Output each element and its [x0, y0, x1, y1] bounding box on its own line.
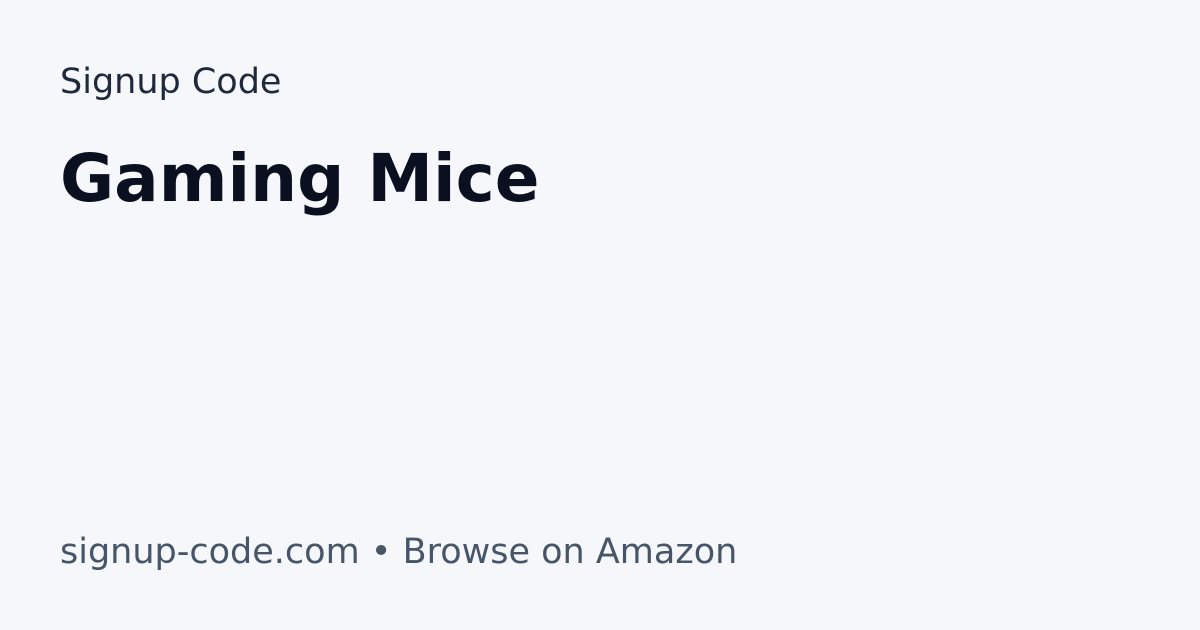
page-title: Gaming Mice	[60, 140, 540, 217]
social-preview-card: Signup Code Gaming Mice signup-code.com …	[0, 0, 1200, 630]
brand-name: Signup Code	[60, 62, 282, 102]
footer-text: signup-code.com • Browse on Amazon	[60, 532, 738, 572]
